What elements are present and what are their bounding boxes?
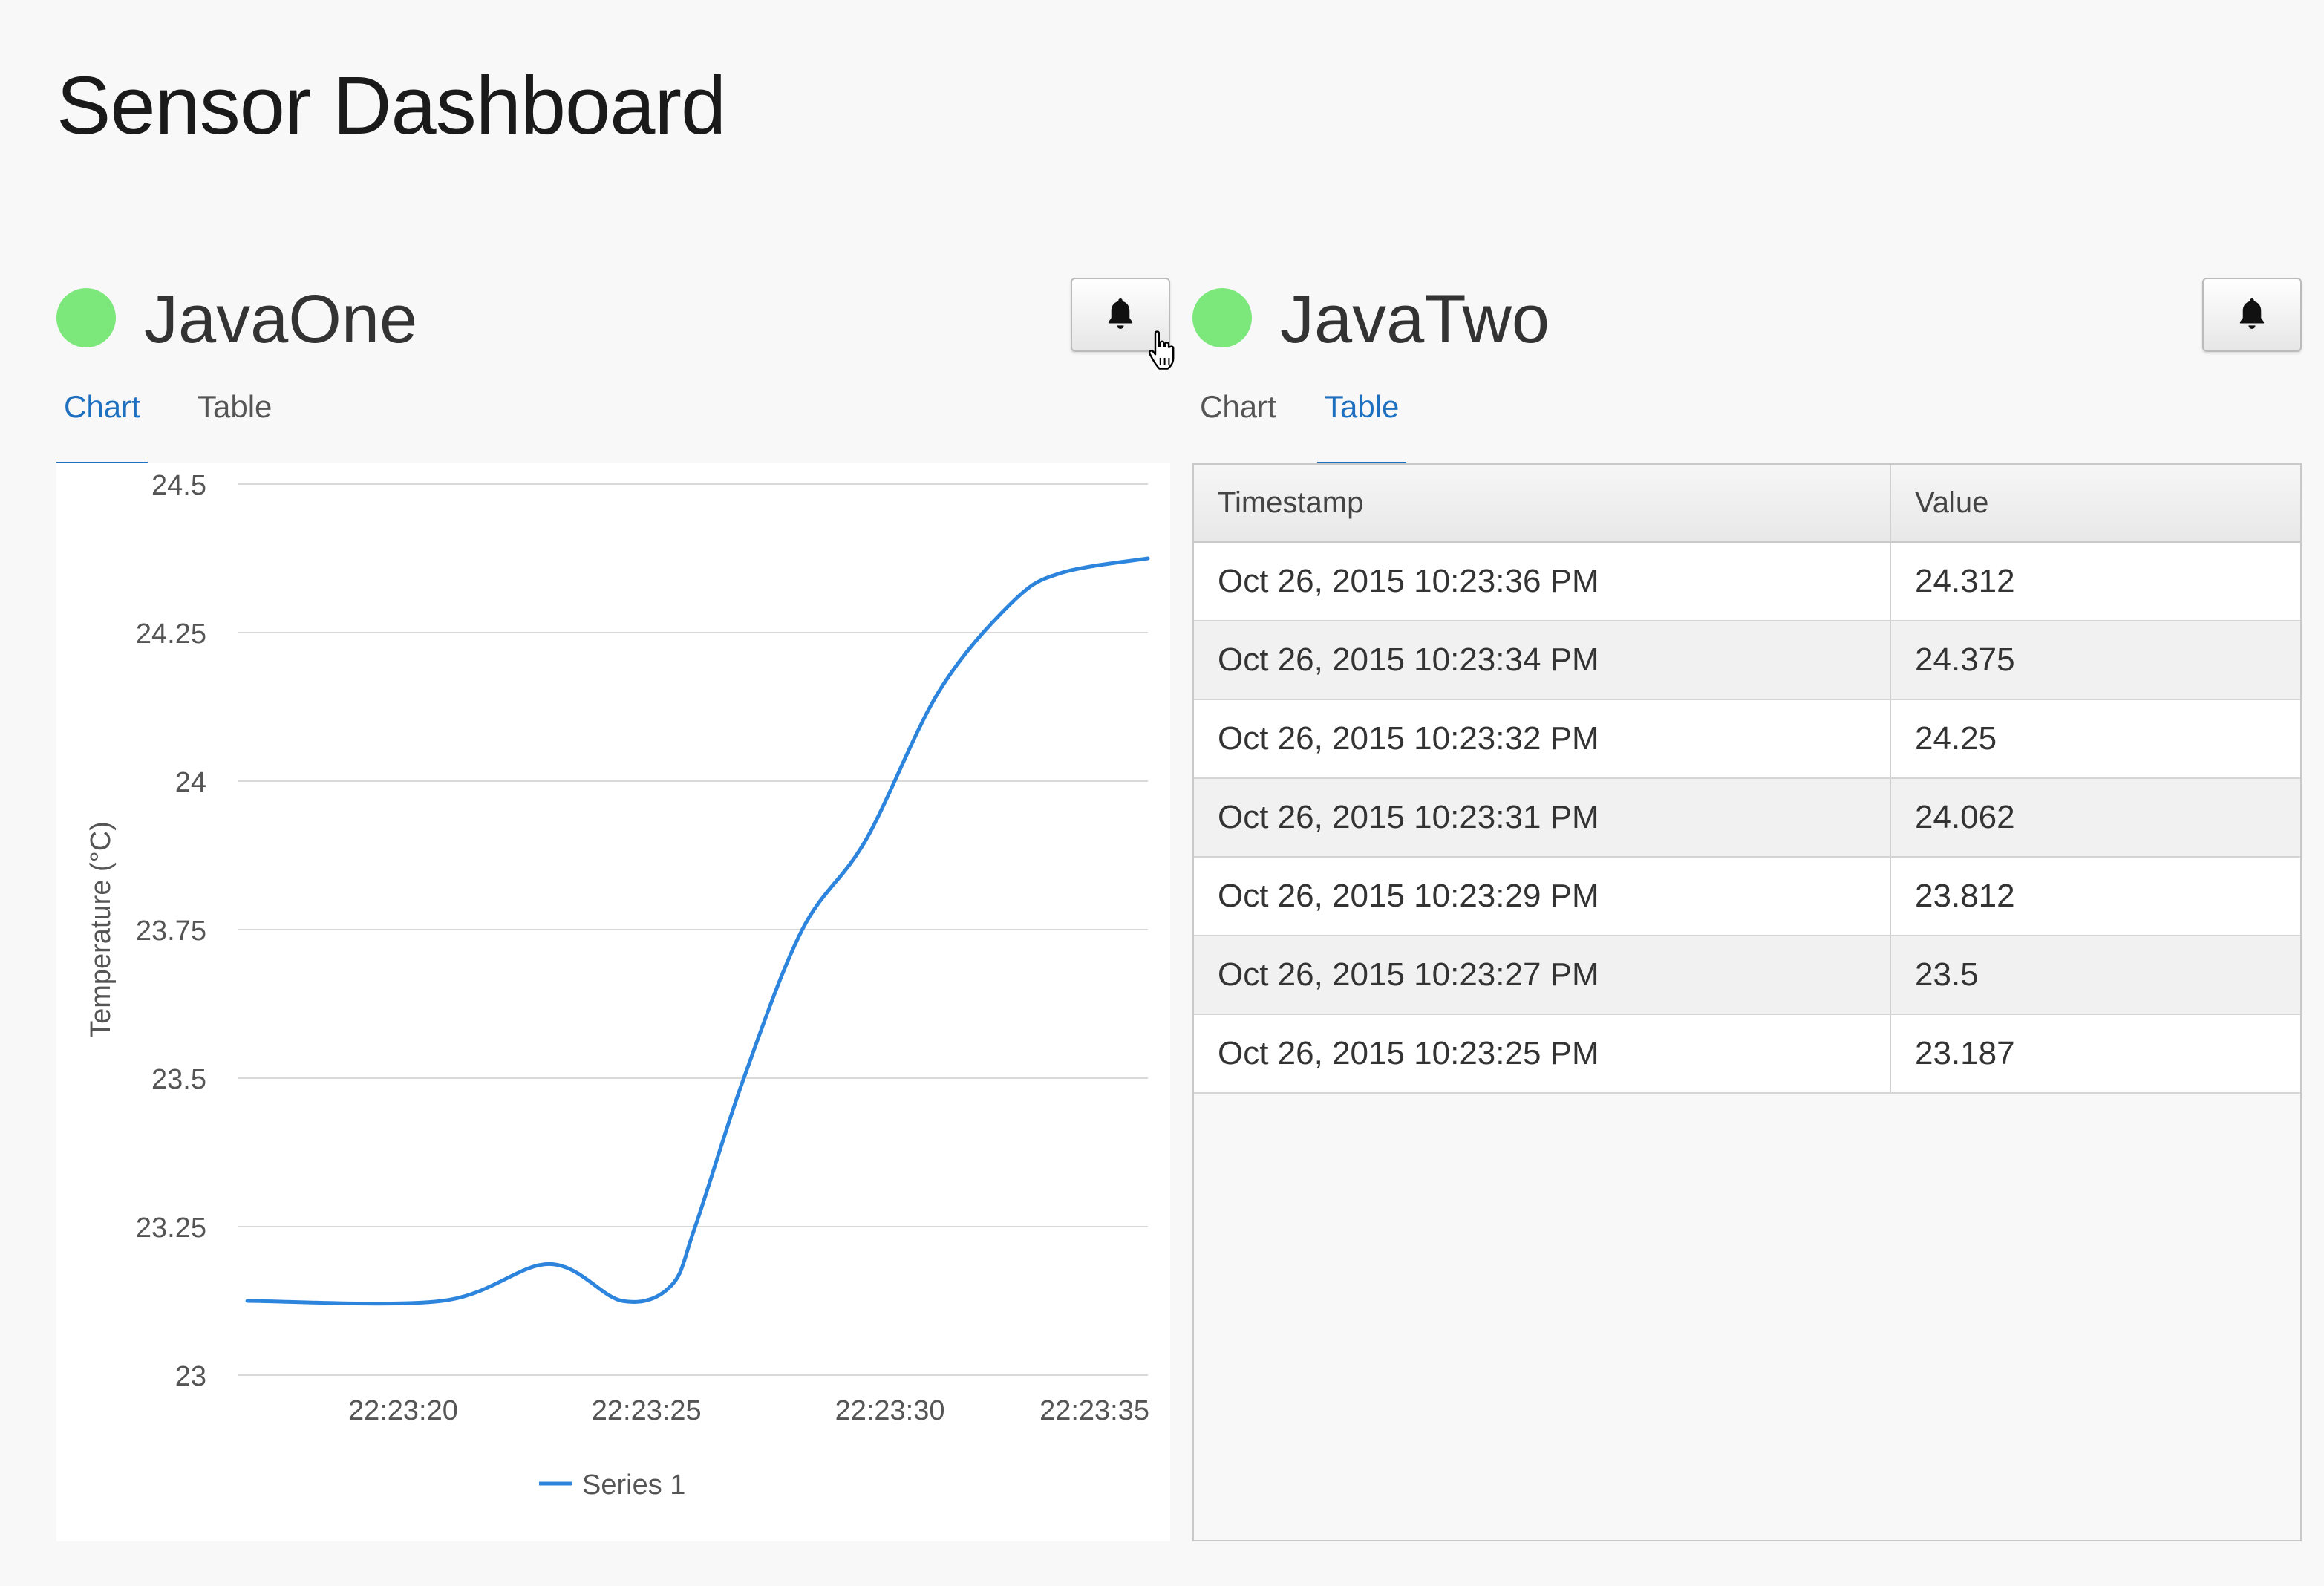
y-tick-label: 23.25 bbox=[136, 1213, 206, 1244]
value-cell: 24.375 bbox=[1890, 621, 2300, 700]
column-header-value[interactable]: Value bbox=[1890, 465, 2300, 543]
y-tick-label: 24 bbox=[175, 767, 206, 798]
bell-icon bbox=[1108, 298, 1133, 329]
panel-header: JavaOne bbox=[56, 273, 1170, 362]
y-tick-label: 23.75 bbox=[136, 916, 206, 947]
y-tick-label: 23.5 bbox=[151, 1064, 206, 1095]
bell-icon bbox=[2239, 298, 2265, 329]
x-tick-label: 22:23:25 bbox=[592, 1395, 702, 1426]
device-name: JavaTwo bbox=[1280, 281, 1550, 357]
hand-cursor-icon bbox=[1148, 330, 1175, 370]
timestamp-cell: Oct 26, 2015 10:23:31 PM bbox=[1194, 778, 1891, 858]
y-axis-label: Temperature (°C) bbox=[85, 821, 117, 1038]
table-row[interactable]: Oct 26, 2015 10:23:32 PM 24.25 bbox=[1194, 699, 2300, 779]
table-header-row: Timestamp Value bbox=[1194, 465, 2300, 543]
temperature-chart: 24.5 24.25 24 23.75 23.5 23.25 23 22:23:20 22:23… bbox=[56, 463, 1170, 1541]
timestamp-cell: Oct 26, 2015 10:23:25 PM bbox=[1194, 1014, 1891, 1094]
y-tick-label: 24.25 bbox=[136, 619, 206, 650]
timestamp-cell: Oct 26, 2015 10:23:29 PM bbox=[1194, 857, 1891, 936]
timestamp-cell: Oct 26, 2015 10:23:36 PM bbox=[1194, 542, 1891, 621]
tab-chart[interactable]: Chart bbox=[1192, 389, 1284, 466]
series-line bbox=[245, 556, 1150, 1306]
x-tick-label: 22:23:20 bbox=[348, 1395, 458, 1426]
table-row[interactable]: Oct 26, 2015 10:23:31 PM 24.062 bbox=[1194, 778, 2300, 858]
panel-header: JavaTwo bbox=[1192, 273, 2302, 362]
x-tick-label: 22:23:30 bbox=[835, 1395, 945, 1426]
tab-chart[interactable]: Chart bbox=[56, 389, 148, 466]
timestamp-cell: Oct 26, 2015 10:23:32 PM bbox=[1194, 699, 1891, 779]
value-cell: 23.812 bbox=[1890, 857, 2300, 936]
column-header-timestamp[interactable]: Timestamp bbox=[1194, 465, 1891, 543]
view-tabs: Chart Table bbox=[1192, 373, 2302, 469]
value-cell: 24.25 bbox=[1890, 699, 2300, 779]
table-row[interactable]: Oct 26, 2015 10:23:27 PM 23.5 bbox=[1194, 936, 2300, 1015]
table-row[interactable]: Oct 26, 2015 10:23:25 PM 23.187 bbox=[1194, 1014, 2300, 1094]
status-indicator bbox=[1192, 288, 1252, 347]
table-row[interactable]: Oct 26, 2015 10:23:34 PM 24.375 bbox=[1194, 621, 2300, 700]
chart-svg: 24.5 24.25 24 23.75 23.5 23.25 23 22:23:20 22:23… bbox=[85, 470, 1150, 1501]
tab-table[interactable]: Table bbox=[190, 389, 279, 466]
value-cell: 23.187 bbox=[1890, 1014, 2300, 1094]
page-title: Sensor Dashboard bbox=[56, 60, 726, 151]
y-tick-label: 23 bbox=[175, 1361, 206, 1392]
alert-button[interactable] bbox=[2202, 278, 2302, 352]
table-row[interactable]: Oct 26, 2015 10:23:36 PM 24.312 bbox=[1194, 542, 2300, 621]
timestamp-cell: Oct 26, 2015 10:23:34 PM bbox=[1194, 621, 1891, 700]
value-cell: 24.062 bbox=[1890, 778, 2300, 858]
readings-table: Timestamp Value Oct 26, 2015 10:23:36 PM… bbox=[1194, 465, 2300, 1094]
readings-table-container: Timestamp Value Oct 26, 2015 10:23:36 PM… bbox=[1192, 463, 2302, 1541]
tab-table[interactable]: Table bbox=[1317, 389, 1407, 466]
legend-label: Series 1 bbox=[582, 1469, 685, 1501]
y-tick-label: 24.5 bbox=[151, 470, 206, 501]
view-tabs: Chart Table bbox=[56, 373, 1170, 469]
device-panel-javatwo: JavaTwo Chart Table Timestamp Value Oct … bbox=[1192, 273, 2302, 1541]
status-indicator bbox=[56, 288, 116, 347]
device-name: JavaOne bbox=[144, 281, 418, 357]
device-panel-javaone: JavaOne Chart Table 24.5 24.25 24 23.75 23.5… bbox=[56, 273, 1170, 1541]
timestamp-cell: Oct 26, 2015 10:23:27 PM bbox=[1194, 936, 1891, 1015]
value-cell: 24.312 bbox=[1890, 542, 2300, 621]
value-cell: 23.5 bbox=[1890, 936, 2300, 1015]
table-row[interactable]: Oct 26, 2015 10:23:29 PM 23.812 bbox=[1194, 857, 2300, 936]
x-tick-label: 22:23:35 bbox=[1039, 1395, 1149, 1426]
